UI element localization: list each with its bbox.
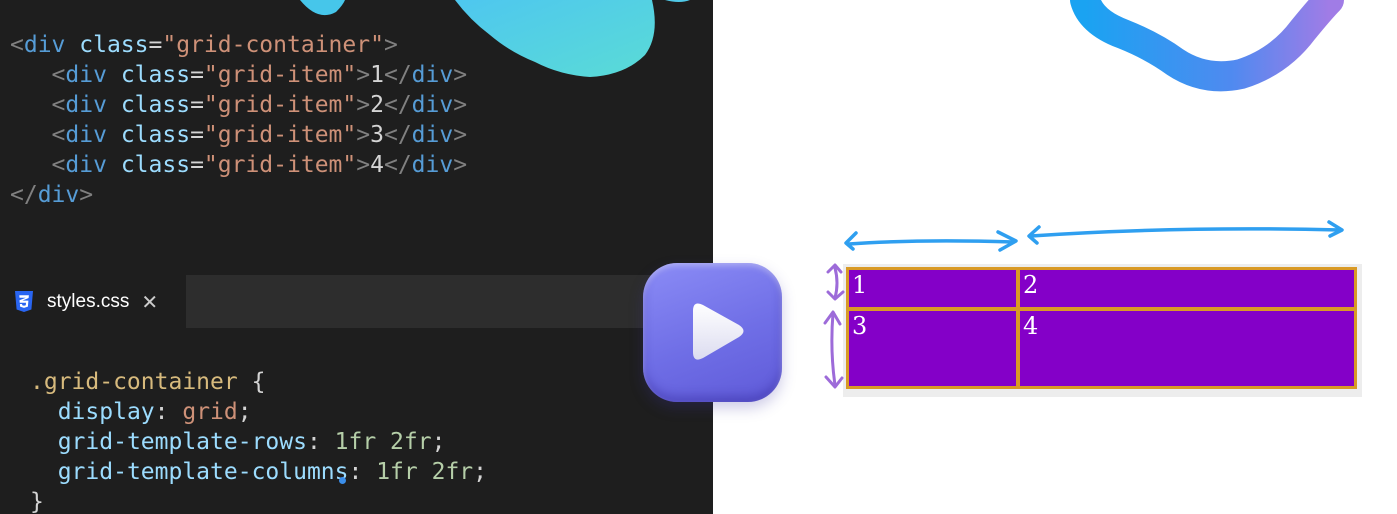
play-icon	[693, 303, 744, 360]
column-1-width-arrow	[844, 230, 1018, 252]
row-1-height-arrow	[826, 263, 845, 301]
column-2-width-arrow	[1027, 220, 1344, 245]
row-2-height-arrow	[823, 310, 844, 389]
play-button[interactable]	[643, 263, 782, 402]
annotation-arrows	[823, 220, 1344, 389]
